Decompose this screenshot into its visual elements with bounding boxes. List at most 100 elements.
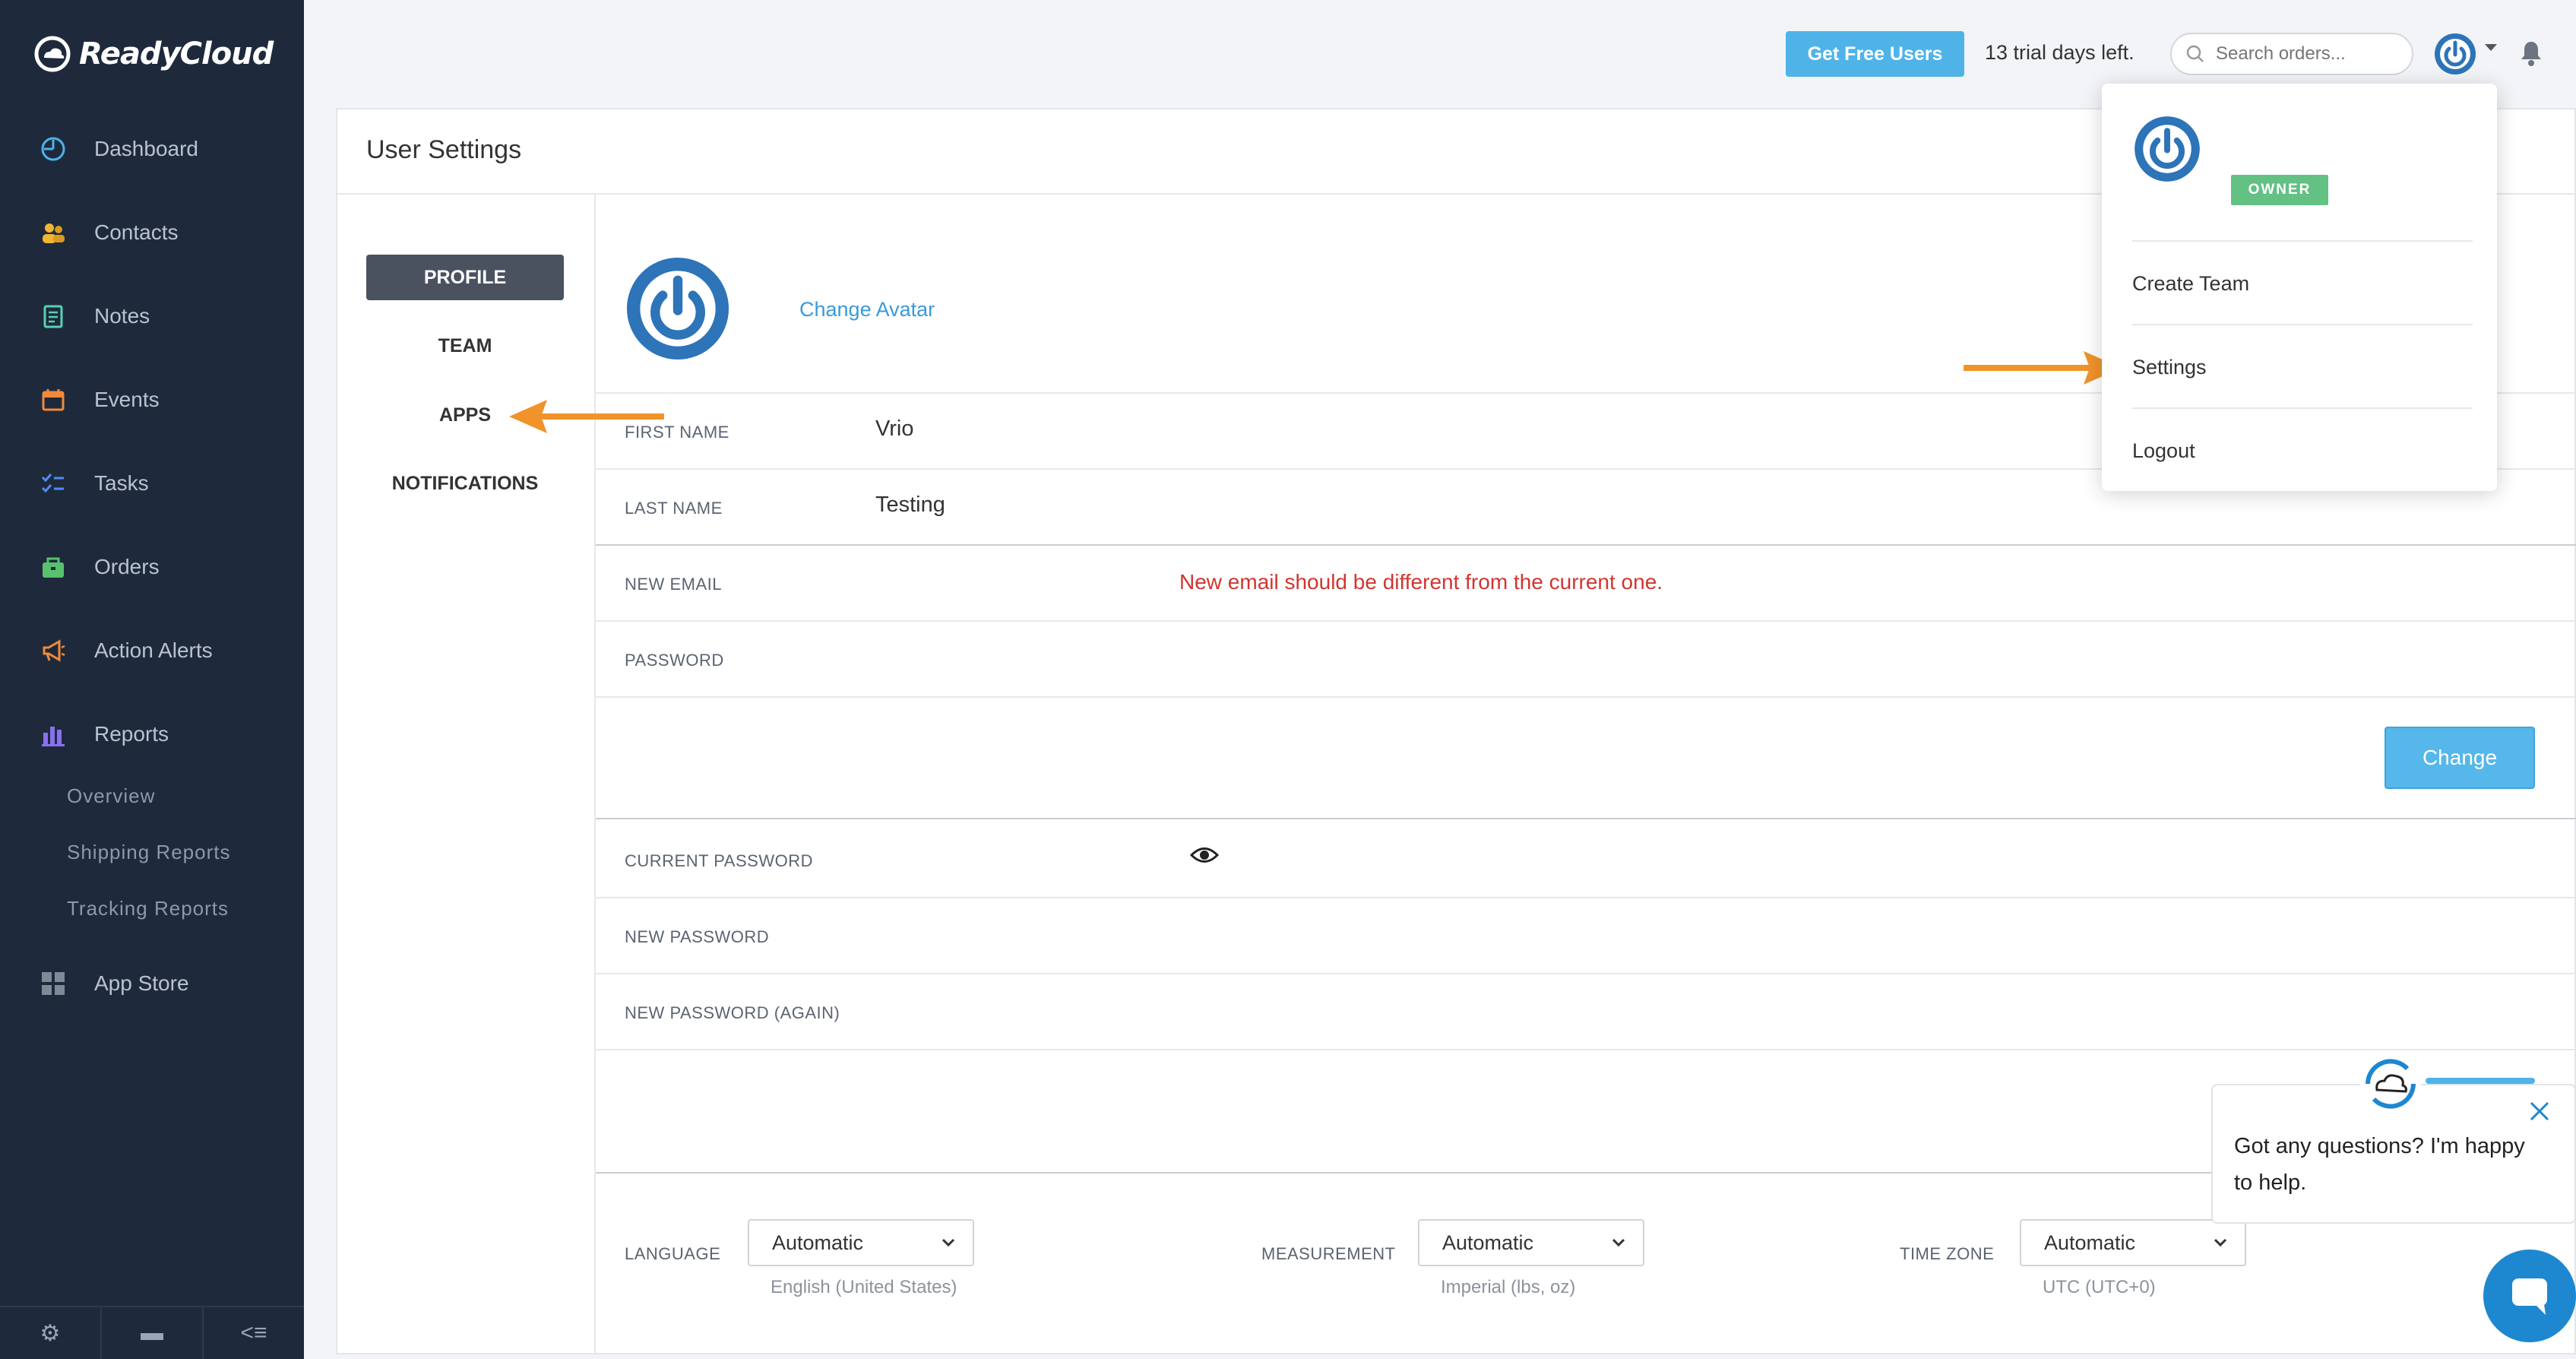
new-password-again-label: NEW PASSWORD (AGAIN)	[625, 1003, 840, 1022]
sidebar-item-reports[interactable]: Reports	[38, 711, 169, 757]
chevron-down-icon	[2214, 1238, 2227, 1247]
sidebar-item-contacts[interactable]: Contacts	[38, 210, 179, 255]
notes-icon	[38, 301, 68, 331]
email-error-message: New email should be different from the c…	[1179, 570, 1663, 594]
bar-chart-icon	[38, 719, 68, 749]
timezone-select[interactable]: Automatic	[2020, 1219, 2246, 1266]
timezone-select-value: Automatic	[2044, 1231, 2136, 1254]
tasks-icon	[38, 468, 68, 499]
divider	[596, 897, 2576, 898]
last-name-field[interactable]: Testing	[875, 493, 945, 518]
chat-message: Got any questions? I'm happy to help.	[2234, 1134, 2525, 1195]
divider	[596, 544, 2576, 546]
chat-launcher-button[interactable]	[2483, 1250, 2576, 1342]
last-name-label: LAST NAME	[625, 499, 723, 518]
measurement-select[interactable]: Automatic	[1418, 1219, 1644, 1266]
menu-item-settings[interactable]: Settings	[2132, 356, 2207, 379]
menu-item-create-team[interactable]: Create Team	[2132, 272, 2249, 296]
sidebar-item-notes[interactable]: Notes	[38, 293, 150, 339]
tab-profile[interactable]: PROFILE	[366, 255, 564, 300]
bell-icon[interactable]	[2520, 40, 2543, 71]
chat-agent-logo-icon	[2356, 1049, 2426, 1123]
chat-bubble-icon	[2512, 1278, 2547, 1315]
menu-item-logout[interactable]: Logout	[2132, 439, 2195, 463]
brand-name: ReadyCloud	[79, 36, 274, 71]
divider	[596, 1049, 2576, 1050]
power-avatar-icon	[2135, 116, 2200, 182]
divider	[594, 195, 596, 1354]
chevron-down-icon	[1612, 1238, 1625, 1247]
sidebar-item-events[interactable]: Events	[38, 377, 160, 423]
brand-logo[interactable]: ReadyCloud	[33, 35, 274, 73]
new-password-label: NEW PASSWORD	[625, 927, 770, 946]
orders-icon	[38, 552, 68, 582]
language-label: LANGUAGE	[625, 1244, 721, 1263]
password-label: PASSWORD	[625, 651, 724, 670]
sidebar-footer: ⚙ ▬ <≡	[0, 1306, 304, 1359]
first-name-field[interactable]: Vrio	[875, 417, 914, 442]
change-avatar-link[interactable]: Change Avatar	[799, 298, 935, 322]
divider	[596, 973, 2576, 974]
sidebar-item-action-alerts[interactable]: Action Alerts	[38, 628, 213, 673]
profile-avatar	[623, 254, 733, 367]
trial-days-text: 13 trial days left.	[1985, 41, 2135, 64]
card-icon[interactable]: ▬	[102, 1307, 204, 1359]
close-icon[interactable]	[2527, 1099, 2552, 1127]
readycloud-logo-icon	[34, 36, 71, 72]
tab-notifications[interactable]: NOTIFICATIONS	[366, 473, 564, 495]
sidebar-subitem-tracking-reports[interactable]: Tracking Reports	[67, 897, 229, 920]
megaphone-icon	[38, 635, 68, 666]
sidebar-item-label: Dashboard	[94, 137, 198, 160]
sidebar-item-label: App Store	[94, 971, 189, 995]
get-free-users-button[interactable]: Get Free Users	[1786, 31, 1964, 77]
chat-accent-bar	[2426, 1078, 2535, 1084]
divider	[2132, 407, 2473, 409]
measurement-select-value: Automatic	[1442, 1231, 1534, 1254]
menu-avatar	[2132, 114, 2202, 188]
sidebar: ReadyCloud Dashboard Contacts Notes Even…	[0, 0, 304, 1359]
collapse-sidebar-icon[interactable]: <≡	[204, 1307, 304, 1359]
dashboard-icon	[38, 134, 68, 164]
divider	[2132, 324, 2473, 325]
sidebar-subitem-overview[interactable]: Overview	[67, 784, 155, 808]
measurement-help: Imperial (lbs, oz)	[1441, 1277, 1576, 1297]
tab-team[interactable]: TEAM	[366, 335, 564, 357]
search-box[interactable]	[2170, 33, 2413, 75]
sidebar-item-label: Contacts	[94, 220, 179, 244]
sidebar-subitem-shipping-reports[interactable]: Shipping Reports	[67, 841, 230, 864]
power-avatar-icon	[626, 257, 729, 360]
sidebar-item-label: Action Alerts	[94, 638, 213, 662]
sidebar-item-label: Notes	[94, 304, 150, 328]
sidebar-item-tasks[interactable]: Tasks	[38, 461, 149, 506]
divider	[596, 620, 2576, 622]
search-icon	[2186, 45, 2204, 62]
contacts-icon	[38, 217, 68, 248]
divider	[596, 818, 2576, 819]
user-menu-dropdown: OWNER Create Team Settings Logout	[2102, 84, 2497, 491]
page-title: User Settings	[366, 135, 522, 164]
timezone-label: TIME ZONE	[1900, 1244, 1995, 1263]
power-avatar-icon	[2435, 33, 2476, 74]
language-select[interactable]: Automatic	[748, 1219, 974, 1266]
sidebar-item-label: Tasks	[94, 471, 149, 495]
sidebar-item-label: Orders	[94, 555, 160, 578]
sidebar-item-orders[interactable]: Orders	[38, 544, 160, 590]
language-help: English (United States)	[771, 1277, 957, 1297]
calendar-icon	[38, 385, 68, 415]
settings-gear-icon[interactable]: ⚙	[0, 1307, 102, 1359]
eye-icon[interactable]	[1189, 845, 1220, 869]
timezone-help: UTC (UTC+0)	[2043, 1277, 2156, 1297]
chevron-down-icon	[941, 1238, 955, 1247]
divider	[2132, 240, 2473, 242]
annotation-arrow-right-icon	[1964, 351, 2122, 385]
change-button[interactable]: Change	[2385, 727, 2535, 789]
language-select-value: Automatic	[772, 1231, 864, 1254]
sidebar-item-label: Reports	[94, 722, 169, 746]
sidebar-item-app-store[interactable]: App Store	[38, 961, 189, 1006]
user-avatar-button[interactable]	[2433, 32, 2477, 80]
annotation-arrow-left-icon	[509, 400, 664, 433]
chevron-down-icon[interactable]	[2485, 44, 2497, 51]
search-input[interactable]	[2214, 43, 2385, 65]
new-email-label: NEW EMAIL	[625, 575, 722, 594]
sidebar-item-dashboard[interactable]: Dashboard	[38, 126, 198, 172]
